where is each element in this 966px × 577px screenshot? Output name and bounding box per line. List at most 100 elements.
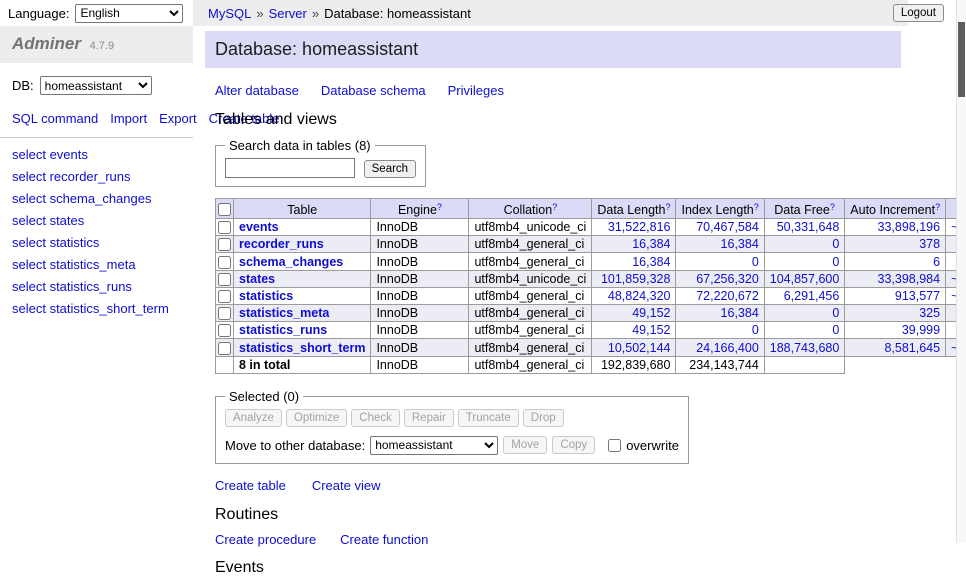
data-free-cell: 188,743,680 [764,339,845,356]
selected-action-button[interactable]: Optimize [286,409,347,427]
language-select[interactable]: English [75,4,183,23]
table-row: events InnoDB utf8mb4_unicode_ci 31,522,… [216,219,966,236]
adminer-logo[interactable]: Adminer [12,34,81,53]
data-length-cell: 49,152 [592,305,676,322]
row-checkbox[interactable] [218,307,231,320]
routine-links: Create procedure Create function [215,532,908,547]
column-doc-link[interactable]: ? [665,202,670,212]
sidebar-select-link[interactable]: select statistics [12,235,181,250]
scrollbar-thumb[interactable] [958,22,965,97]
selected-action-button[interactable]: Analyze [225,409,282,427]
breadcrumb-link-mysql[interactable]: MySQL [208,6,251,21]
vertical-scrollbar[interactable] [956,0,966,543]
db-actions: Alter database Database schema Privileges [215,83,908,98]
data-free-cell: 0 [764,322,845,339]
routine-link[interactable]: Create procedure [215,532,316,547]
row-checkbox[interactable] [218,324,231,337]
sidebar-action-link[interactable]: Export [159,111,197,126]
sidebar-select-link[interactable]: select statistics_short_term [12,301,181,316]
table-name-cell: statistics_meta [234,305,371,322]
breadcrumb: MySQL » Server » Database: homeassistant [193,0,908,26]
language-row: Language: English [0,0,193,26]
logo-bar: Adminer 4.7.9 [0,26,193,63]
db-action-link[interactable]: Privileges [448,83,504,98]
table-name-link[interactable]: states [239,272,275,286]
sidebar-select-link[interactable]: select recorder_runs [12,169,181,184]
data-length-cell: 101,859,328 [592,270,676,287]
table-name-link[interactable]: statistics_meta [239,306,329,320]
adminer-version: 4.7.9 [90,40,114,52]
sidebar-action-link[interactable]: Import [110,111,147,126]
overwrite-checkbox[interactable] [608,439,621,452]
db-action-link[interactable]: Database schema [321,83,426,98]
selected-action-button[interactable]: Truncate [458,409,519,427]
row-checkbox[interactable] [218,221,231,234]
engine-cell: InnoDB [371,219,469,236]
sidebar-select-link[interactable]: select events [12,147,181,162]
sidebar-select-link[interactable]: select states [12,213,181,228]
search-input[interactable] [225,158,355,178]
row-checkbox[interactable] [218,273,231,286]
data-free-cell: 0 [764,305,845,322]
table-header-row: Table Engine? Collation? Data Length? In… [216,199,966,219]
select-all-checkbox[interactable] [218,203,231,216]
breadcrumb-current: Database: homeassistant [324,6,471,21]
db-select[interactable]: homeassistant [40,76,152,95]
table-row: recorder_runs InnoDB utf8mb4_general_ci … [216,236,966,253]
selected-action-button[interactable]: Drop [523,409,564,427]
selected-action-button[interactable]: Check [351,409,400,427]
table-name-cell: statistics_runs [234,322,371,339]
tables-body: events InnoDB utf8mb4_unicode_ci 31,522,… [216,219,966,357]
breadcrumb-link-server[interactable]: Server [269,6,307,21]
engine-cell: InnoDB [371,253,469,270]
sidebar-action-link[interactable]: SQL command [12,111,98,126]
total-engine: InnoDB [371,356,469,373]
create-link[interactable]: Create view [312,478,381,493]
column-doc-link[interactable]: ? [830,202,835,212]
collation-cell: utf8mb4_general_ci [469,305,592,322]
data-length-cell: 49,152 [592,322,676,339]
index-length-cell: 70,467,584 [676,219,764,236]
row-checkbox[interactable] [218,256,231,269]
table-name-link[interactable]: schema_changes [239,255,343,269]
data-length-cell: 31,522,816 [592,219,676,236]
column-doc-link[interactable]: ? [437,202,442,212]
sidebar-select-link[interactable]: select statistics_meta [12,257,181,272]
total-collation: utf8mb4_general_ci [469,356,592,373]
search-button[interactable]: Search [364,160,416,178]
sidebar-select-link[interactable]: select statistics_runs [12,279,181,294]
table-name-link[interactable]: statistics_runs [239,323,327,337]
db-action-link[interactable]: Alter database [215,83,299,98]
column-doc-link[interactable]: ? [935,202,940,212]
table-name-link[interactable]: recorder_runs [239,237,324,251]
language-label: Language: [8,6,69,21]
table-name-link[interactable]: events [239,220,279,234]
search-legend: Search data in tables (8) [225,138,375,153]
table-row: statistics_meta InnoDB utf8mb4_general_c… [216,305,966,322]
move-button[interactable]: Move [503,436,547,454]
row-checkbox[interactable] [218,342,231,355]
checkbox-cell [216,236,234,253]
column-doc-link[interactable]: ? [552,202,557,212]
sidebar-select-link[interactable]: select schema_changes [12,191,181,206]
create-links: Create table Create view [215,478,908,493]
select-all-header [216,199,234,219]
logout-button[interactable]: Logout [893,4,944,22]
copy-button[interactable]: Copy [552,436,595,454]
auto-increment-cell: 33,898,196 [845,219,946,236]
table-name-link[interactable]: statistics_short_term [239,341,365,355]
selected-action-button[interactable]: Repair [404,409,454,427]
routine-link[interactable]: Create function [340,532,428,547]
collation-cell: utf8mb4_unicode_ci [469,219,592,236]
column-doc-link[interactable]: ? [754,202,759,212]
collation-cell: utf8mb4_unicode_ci [469,270,592,287]
move-database-select[interactable]: homeassistant [370,436,498,455]
table-name-link[interactable]: statistics [239,289,293,303]
collation-cell: utf8mb4_general_ci [469,339,592,356]
row-checkbox[interactable] [218,238,231,251]
create-link[interactable]: Create table [215,478,286,493]
data-free-cell: 50,331,648 [764,219,845,236]
row-checkbox[interactable] [218,290,231,303]
index-length-cell: 16,384 [676,236,764,253]
overwrite-label: overwrite [626,438,679,453]
